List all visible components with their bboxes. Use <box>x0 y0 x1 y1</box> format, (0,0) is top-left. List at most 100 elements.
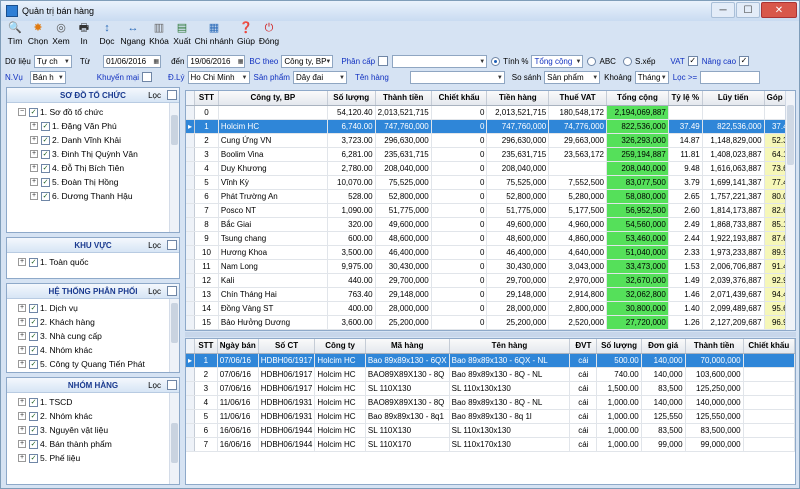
column-header[interactable]: STT <box>194 339 218 354</box>
tree-checkbox[interactable]: ✓ <box>29 317 38 327</box>
bc-theo-label[interactable]: BC theo <box>249 57 278 66</box>
tree-checkbox[interactable]: ✓ <box>29 257 38 267</box>
minimize-button[interactable]: ─ <box>711 2 735 18</box>
tree-item[interactable]: + ✓ 6. Dương Thanh Hậu <box>10 189 179 203</box>
vat-checkbox[interactable]: ✓ <box>687 56 698 66</box>
tree-item[interactable]: + ✓ 3. Nguyên vật liệu <box>10 423 179 437</box>
phan-cap-combo[interactable]: ▼ <box>392 54 488 68</box>
expand-icon[interactable]: + <box>30 122 38 130</box>
tree-checkbox[interactable]: ✓ <box>41 121 50 131</box>
table-row[interactable]: 7 16/06/16 HDBH06/1944 Holcim HC SL 110X170 S… <box>186 437 795 452</box>
tree-checkbox[interactable]: ✓ <box>29 107 38 117</box>
column-header[interactable]: Tổng cộng <box>606 91 669 106</box>
chi-nhánh-toolbar-button[interactable]: ▦ Chi nhánh <box>195 22 234 51</box>
nvu-combo[interactable]: Bán h ▼ <box>29 70 66 84</box>
in-toolbar-button[interactable]: 🖶 In <box>74 22 94 51</box>
tree-checkbox[interactable]: ✓ <box>29 439 38 449</box>
loc-input[interactable] <box>700 70 761 84</box>
expand-icon[interactable]: + <box>18 412 26 420</box>
tree-checkbox[interactable]: ✓ <box>29 359 38 369</box>
scrollbar[interactable] <box>169 103 179 232</box>
tree-checkbox[interactable]: ✓ <box>29 411 38 421</box>
maximize-button[interactable]: ☐ <box>736 2 760 18</box>
table-row[interactable]: ▸ 1 Holcim HC 6,740.00 747,760,000 0 747,760,0… <box>186 119 795 134</box>
tree-checkbox[interactable]: ✓ <box>29 425 38 435</box>
table-row[interactable]: 11 Nam Long 9,975.00 30,430,000 0 30,430,000 3… <box>186 259 795 274</box>
tree-item[interactable]: + ✓ 5. Phế liệu <box>10 451 179 465</box>
xem-toolbar-button[interactable]: ◎ Xem <box>51 22 71 51</box>
column-header[interactable]: Chiết khấu <box>431 91 488 106</box>
close-button[interactable]: ✕ <box>761 2 797 18</box>
tree-item[interactable]: + ✓ 2. Danh Vĩnh Khải <box>10 133 179 147</box>
column-header[interactable]: Thành tiền <box>375 91 432 106</box>
tree-item[interactable]: + ✓ 2. Khách hàng <box>10 315 179 329</box>
summary-scrollbar[interactable] <box>785 91 795 330</box>
du-lieu-combo[interactable]: Tự ch ▼ <box>33 54 72 68</box>
expand-icon[interactable]: + <box>18 440 26 448</box>
tree-item[interactable]: + ✓ 4. Nhóm khác <box>10 343 179 357</box>
column-header[interactable]: Tiền hàng <box>486 91 550 106</box>
table-row[interactable]: 3 07/06/16 HDBH06/1917 Holcim HC SL 110X130 S… <box>186 381 795 396</box>
tree-checkbox[interactable]: ✓ <box>29 397 38 407</box>
nang-cao-checkbox[interactable]: ✓ <box>739 56 750 66</box>
tìm-toolbar-button[interactable]: 🔍 Tìm <box>5 22 25 51</box>
table-row[interactable]: ▸ 1 07/06/16 HDBH06/1917 Holcim HC Bao 89x89x… <box>186 353 795 368</box>
tree-checkbox[interactable]: ✓ <box>41 163 50 173</box>
tree-checkbox[interactable]: ✓ <box>41 149 50 159</box>
expand-icon[interactable]: − <box>18 108 26 116</box>
table-row[interactable]: 2 Cung Ứng VN 3,723.00 296,630,000 0 296,630,… <box>186 133 795 148</box>
giúp-toolbar-button[interactable]: ❓ Giúp <box>236 22 256 51</box>
abc-radio[interactable] <box>587 56 597 66</box>
tree-checkbox[interactable]: ✓ <box>41 177 50 187</box>
table-row[interactable]: 5 11/06/16 HDBH06/1931 Holcim HC Bao 89x89x1… <box>186 409 795 424</box>
san-pham-combo[interactable]: Dây đai ▼ <box>292 70 347 84</box>
tree-item[interactable]: + ✓ 1. Dịch vụ <box>10 301 179 315</box>
scrollbar[interactable] <box>169 299 179 372</box>
loc-checkbox[interactable] <box>167 90 177 100</box>
table-row[interactable]: 15 Bảo Hưởng Dương 3,600.00 25,200,000 0 25,2… <box>186 315 795 330</box>
tree-item[interactable]: + ✓ 4. Đỗ Thị Bích Tiên <box>10 161 179 175</box>
expand-icon[interactable]: + <box>18 398 26 406</box>
expand-icon[interactable]: + <box>18 346 26 354</box>
tree-checkbox[interactable]: ✓ <box>29 453 38 463</box>
tree-item[interactable]: + ✓ 5. Đoàn Thị Hồng <box>10 175 179 189</box>
table-row[interactable]: 14 Đồng Vàng ST 400.00 28,000,000 0 28,000,00… <box>186 301 795 316</box>
column-header[interactable]: Tỷ lệ % <box>668 91 703 106</box>
column-header[interactable]: Lũy tiến <box>702 91 765 106</box>
tree-checkbox[interactable]: ✓ <box>41 191 50 201</box>
table-row[interactable]: 0 54,120.40 2,013,521,715 0 2,013,521,715 180… <box>186 105 795 120</box>
expand-icon[interactable]: + <box>30 150 38 158</box>
dọc-toolbar-button[interactable]: ↕ Dọc <box>97 22 117 51</box>
tree-checkbox[interactable]: ✓ <box>29 303 38 313</box>
table-row[interactable]: 4 Duy Khương 2,780.00 208,040,000 0 208,040,0… <box>186 161 795 176</box>
sxep-radio[interactable] <box>622 56 632 66</box>
đóng-toolbar-button[interactable]: ⏻ Đóng <box>259 22 279 51</box>
column-header[interactable]: STT <box>194 91 219 106</box>
column-header[interactable]: ĐVT <box>569 339 598 354</box>
column-header[interactable]: Số lượng <box>327 91 376 106</box>
column-header[interactable]: Ngày bán <box>217 339 259 354</box>
ten-hang-combo[interactable]: ▼ <box>409 70 505 84</box>
expand-icon[interactable]: + <box>18 360 26 368</box>
tu-date-input[interactable]: 01/06/2016 ▦ <box>103 54 162 68</box>
tree-checkbox[interactable]: ✓ <box>29 331 38 341</box>
table-row[interactable]: 3 Boolim Vina 6,281.00 235,631,715 0 235,631,… <box>186 147 795 162</box>
dly-combo[interactable]: Ho Chi Minh ▼ <box>187 70 250 84</box>
column-header[interactable]: Chiết khấu <box>743 339 795 354</box>
expand-icon[interactable]: + <box>30 178 38 186</box>
table-row[interactable]: 10 Hương Khoa 3,500.00 46,400,000 0 46,400,00… <box>186 245 795 260</box>
bc-theo-combo[interactable]: Công ty, BP ▼ <box>281 54 334 68</box>
column-header[interactable]: Thành tiền <box>685 339 744 354</box>
tree-item[interactable]: + ✓ 5. Công ty Quang Tiến Phát <box>10 357 179 371</box>
column-header[interactable]: Số lượng <box>596 339 642 354</box>
tree-item[interactable]: + ✓ 3. Đinh Thị Quỳnh Vân <box>10 147 179 161</box>
tree-checkbox[interactable]: ✓ <box>29 345 38 355</box>
column-header[interactable]: Số CT <box>258 339 316 354</box>
table-row[interactable]: 4 11/06/16 HDBH06/1931 Holcim HC BAO89X89X13… <box>186 395 795 410</box>
column-header[interactable]: Thuế VAT <box>548 91 607 106</box>
expand-icon[interactable]: + <box>30 136 38 144</box>
column-header[interactable]: Công ty <box>314 339 366 354</box>
tree-item[interactable]: + ✓ 3. Nhà cung cấp <box>10 329 179 343</box>
tree-item[interactable]: + ✓ 1. Đặng Văn Phú <box>10 119 179 133</box>
expand-icon[interactable]: + <box>18 454 26 462</box>
